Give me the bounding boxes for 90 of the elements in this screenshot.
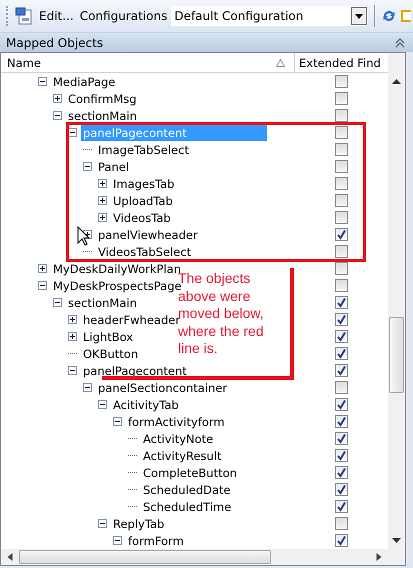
tree-item[interactable]: OKButton (81, 346, 140, 362)
scroll-up-icon[interactable] (392, 79, 401, 84)
sort-icon (276, 58, 285, 66)
expander-icon[interactable] (83, 162, 92, 171)
checkbox[interactable] (334, 534, 348, 547)
checkbox[interactable] (334, 228, 348, 241)
scroll-right-icon[interactable] (374, 553, 384, 561)
checkbox[interactable] (334, 109, 348, 122)
tree-item[interactable]: sectionMain (66, 294, 139, 310)
checkbox[interactable] (334, 517, 348, 530)
tree-item[interactable]: UploadTab (111, 192, 175, 208)
checkbox[interactable] (334, 143, 348, 156)
expander-icon[interactable] (98, 213, 107, 222)
expander-icon[interactable] (68, 366, 77, 375)
tree-item[interactable]: ActivityResult (141, 448, 224, 464)
tree-item[interactable]: ConfirmMsg (66, 90, 139, 106)
checkbox[interactable] (334, 381, 348, 394)
checkbox[interactable] (334, 415, 348, 428)
panel-title: Mapped Objects (6, 36, 104, 50)
expander-icon[interactable] (68, 315, 77, 324)
tree-item[interactable]: Panel (96, 158, 132, 174)
checkbox[interactable] (334, 296, 348, 309)
checkbox[interactable] (334, 177, 348, 190)
configuration-combo[interactable]: Default Configuration (171, 6, 368, 26)
checkbox[interactable] (334, 75, 348, 88)
checkbox[interactable] (334, 126, 348, 139)
tree-item[interactable]: ImageTabSelect (96, 142, 191, 158)
checkbox[interactable] (334, 194, 348, 207)
expander-icon[interactable] (38, 281, 47, 290)
tree-item[interactable]: CompleteButton (141, 464, 239, 480)
checkbox[interactable] (334, 330, 348, 343)
vertical-scrollbar[interactable] (388, 53, 405, 565)
checkbox[interactable] (334, 279, 348, 292)
expander-icon[interactable] (98, 400, 107, 409)
expander-icon[interactable] (38, 264, 47, 273)
expander-icon[interactable] (53, 111, 62, 120)
tree-item[interactable]: formActivityform (126, 414, 227, 430)
expander-icon[interactable] (53, 94, 62, 103)
edit-button[interactable]: Edit... (37, 9, 76, 23)
scrollbar-thumb[interactable] (19, 550, 271, 564)
checkbox[interactable] (334, 364, 348, 377)
checkbox[interactable] (334, 92, 348, 105)
grip-icon[interactable] (6, 6, 11, 26)
tree-item[interactable]: ReplyTab (111, 516, 166, 532)
tree-item[interactable]: sectionMain (66, 108, 139, 124)
tree-item[interactable]: ActivityNote (141, 430, 216, 446)
expander-icon[interactable] (98, 196, 107, 205)
checkbox[interactable] (334, 211, 348, 224)
tree-item[interactable]: formForm (126, 532, 186, 548)
column-header[interactable]: Name (1, 53, 276, 72)
checkbox[interactable] (334, 160, 348, 173)
scroll-down-icon[interactable] (392, 538, 401, 543)
checkbox[interactable] (334, 245, 348, 258)
checkbox[interactable] (334, 262, 348, 275)
scrollbar-thumb[interactable] (389, 317, 404, 393)
checkbox[interactable] (334, 313, 348, 326)
expander-icon[interactable] (68, 128, 77, 137)
checkbox[interactable] (334, 466, 348, 479)
tree-item[interactable]: ImagesTab (111, 176, 176, 192)
expander-icon[interactable] (38, 77, 47, 86)
configurations-label: Configurations (80, 9, 168, 23)
document-icon[interactable] (15, 7, 33, 25)
tree-item[interactable]: MediaPage (51, 74, 118, 90)
expander-icon[interactable] (113, 417, 122, 426)
tree-item[interactable]: panelViewheader (96, 226, 200, 242)
horizontal-scrollbar[interactable] (1, 549, 388, 565)
expander-icon[interactable] (53, 298, 62, 307)
tree-item[interactable]: ScheduledDate (141, 482, 233, 498)
checkbox[interactable] (334, 500, 348, 513)
tree-item[interactable]: ScheduledTime (141, 498, 234, 514)
collapse-icon[interactable] (395, 38, 405, 48)
tree-item[interactable]: VideosTab (111, 210, 173, 226)
tree-item[interactable]: VideosTabSelect (96, 244, 194, 260)
expander-icon[interactable] (83, 383, 92, 392)
expander-icon[interactable] (113, 536, 122, 545)
tree-item[interactable]: AcitivityTab (111, 396, 181, 412)
scroll-left-icon[interactable] (5, 553, 15, 561)
checkbox[interactable] (334, 483, 348, 496)
expander-icon[interactable] (68, 332, 77, 341)
expander-icon[interactable] (98, 179, 107, 188)
tree-item[interactable]: panelPagecontent (81, 362, 189, 378)
checkbox[interactable] (334, 449, 348, 462)
expander-icon[interactable] (98, 519, 107, 528)
checkbox[interactable] (334, 398, 348, 411)
tree-item[interactable]: LightBox (81, 328, 136, 344)
checkbox[interactable] (334, 347, 348, 360)
tree-item[interactable]: panelSectioncontainer (96, 380, 230, 396)
checkbox[interactable] (334, 432, 348, 445)
cursor-icon (77, 226, 90, 246)
dropdown-icon (355, 14, 364, 18)
